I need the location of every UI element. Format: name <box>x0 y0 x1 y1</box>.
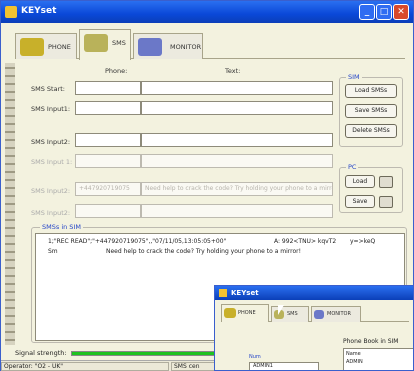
sms-row-1-code: A: 992<TNU> kqvT2 <box>274 238 337 245</box>
sim-group-title: SIM <box>346 73 362 81</box>
secondary-num-label: Num <box>249 354 261 360</box>
sms-input2-text-input[interactable] <box>141 133 333 147</box>
window-title: KEYset <box>21 6 57 16</box>
tab-monitor-label: MONITOR <box>170 43 202 51</box>
minimize-button[interactable]: _ <box>359 4 375 20</box>
tab-monitor[interactable]: MONITOR <box>133 33 203 59</box>
secondary-tab-sms[interactable]: SMS <box>271 306 309 322</box>
secondary-window: KEYset PHONE SMS MONITOR Phone Book in S… <box>214 285 414 371</box>
phonebook-name-header: Name <box>346 351 361 357</box>
sms-start-label: SMS Start: <box>31 85 65 93</box>
secondary-app-icon <box>219 289 227 297</box>
phonebook-entry-2: ADMIN <box>346 359 363 365</box>
secondary-tab-sms-label: SMS <box>287 311 298 317</box>
pc-load-button[interactable]: Load <box>345 175 375 188</box>
sms-row-2-text: Need help to crack the code? Try holding… <box>106 248 302 255</box>
sms-icon <box>84 34 108 52</box>
secondary-tab-monitor-label: MONITOR <box>327 311 351 317</box>
sms-input2-phone-input[interactable] <box>75 133 141 147</box>
sms-input3-text-input[interactable] <box>141 154 333 168</box>
tab-phone-label: PHONE <box>48 43 71 51</box>
mouse-cursor-icon <box>278 305 284 315</box>
close-button[interactable]: ✕ <box>393 4 409 20</box>
sms-input3-label: SMS Input 1: <box>31 158 73 166</box>
sms-input4-label: SMS Input2: <box>31 187 71 195</box>
sms-row-2-header: Sm <box>48 248 58 255</box>
phone-header: Phone: <box>105 67 128 75</box>
sms-input1-text-input[interactable] <box>141 101 333 115</box>
sms-row-1-extra: y=>keQ <box>350 238 376 245</box>
secondary-tab-strip: PHONE SMS MONITOR <box>221 304 409 322</box>
secondary-monitor-icon <box>314 310 324 319</box>
delete-smss-button[interactable]: Delete SMSs <box>345 124 397 138</box>
sms-start-text-input[interactable] <box>141 81 333 95</box>
secondary-tab-monitor[interactable]: MONITOR <box>311 306 361 322</box>
secondary-tab-phone-label: PHONE <box>238 310 256 316</box>
sms-input1-phone-input[interactable] <box>75 101 141 115</box>
tab-strip: PHONE SMS MONITOR <box>15 29 405 60</box>
tab-phone[interactable]: PHONE <box>15 33 77 59</box>
title-bar: KEYset _ □ ✕ <box>1 1 413 23</box>
sms-input4-text-input[interactable]: Need help to crack the code? Try holding… <box>141 182 333 196</box>
secondary-title-bar: KEYset <box>215 286 413 300</box>
sms-center-status: SMS cen <box>171 362 215 371</box>
sms-input5-text-input[interactable] <box>141 204 333 218</box>
sms-row-1[interactable]: 1;"REC READ";"+447920719075",,"07/11/05,… <box>48 238 375 245</box>
pc-group-title: PC <box>346 163 359 171</box>
secondary-window-title: KEYset <box>231 289 259 297</box>
sms-start-phone-input[interactable] <box>75 81 141 95</box>
operator-status: Operator: "O2 - UK" <box>1 362 169 371</box>
secondary-tab-phone[interactable]: PHONE <box>221 304 269 322</box>
sms-input5-phone-input[interactable] <box>75 204 141 218</box>
save-smss-button[interactable]: Save SMSs <box>345 104 397 118</box>
app-key-icon <box>5 6 17 18</box>
sms-row-2[interactable]: Sm Need help to crack the code? Try hold… <box>48 248 301 255</box>
pc-save-button[interactable]: Save <box>345 195 375 208</box>
sms-input1-label: SMS Input1: <box>31 105 71 113</box>
signal-strength-label: Signal strength: <box>15 349 67 357</box>
text-header: Text: <box>225 67 241 75</box>
pc-load-folder-icon[interactable] <box>379 176 393 188</box>
sms-input5-label: SMS Input2: <box>31 209 71 217</box>
sms-row-1-header: 1;"REC READ";"+447920719075",,"07/11/05,… <box>48 238 227 245</box>
secondary-entry-field[interactable]: ADMIN1 <box>249 362 319 370</box>
pc-save-folder-icon[interactable] <box>379 196 393 208</box>
notebook-spiral <box>5 63 15 345</box>
phone-icon <box>20 38 44 56</box>
load-smss-button[interactable]: Load SMSs <box>345 84 397 98</box>
phonebook-list[interactable]: Name ADMIN <box>343 348 413 370</box>
tab-sms-label: SMS <box>112 39 126 47</box>
tab-sms[interactable]: SMS <box>79 29 131 60</box>
phonebook-title: Phone Book in SIM <box>343 338 399 345</box>
monitor-icon <box>138 38 162 56</box>
sms-in-sim-title: SMSs in SIM <box>40 223 83 231</box>
sms-input3-phone-input[interactable] <box>75 154 141 168</box>
maximize-button[interactable]: □ <box>376 4 392 20</box>
secondary-phone-icon <box>224 308 236 318</box>
signal-strength-bar <box>71 351 221 356</box>
sms-input2-label: SMS Input2: <box>31 138 71 146</box>
sms-input4-phone-input[interactable]: +447920719075 <box>75 182 141 196</box>
